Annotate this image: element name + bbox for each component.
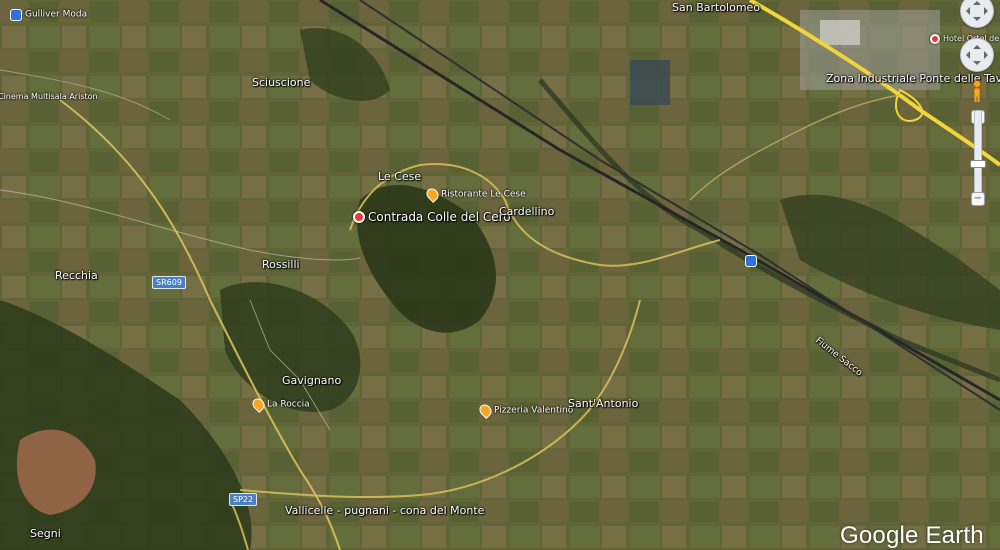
look-left-arrow-icon[interactable]: [962, 7, 970, 15]
poi-cinema-ariston[interactable]: Cinema Multisala Ariston: [0, 86, 98, 105]
restaurant-pin-icon: [477, 402, 494, 419]
restaurant-pin-icon: [250, 396, 267, 413]
poi-pizzeria-valentino[interactable]: Pizzeria Valentino: [477, 400, 573, 419]
train-station-icon: [745, 254, 757, 267]
shop-icon: [10, 8, 22, 21]
pin-contrada-colle-del-cero[interactable]: Contrada Colle del Cero: [353, 206, 511, 225]
look-up-arrow-icon[interactable]: [973, 0, 981, 5]
label-le-cese: Le Cese: [378, 170, 422, 183]
label-vallicelle: Vallicelle - pugnani - cona del Monte: [285, 504, 485, 517]
label-sciuscione: Sciuscione: [252, 76, 311, 89]
move-left-arrow-icon[interactable]: [962, 51, 970, 59]
label-gavignano: Gavignano: [282, 374, 342, 387]
look-down-arrow-icon[interactable]: [973, 17, 981, 25]
hotel-pin-icon: [930, 33, 940, 44]
road-shield-sr609: SR609: [152, 276, 186, 289]
label-rossilli: Rossilli: [262, 258, 300, 271]
label-san-bartolomeo: San Bartolomeo: [672, 1, 761, 14]
restaurant-pin-icon: [424, 186, 441, 203]
label-segni: Segni: [30, 527, 61, 540]
label-recchia: Recchia: [55, 269, 98, 282]
look-right-arrow-icon[interactable]: [984, 7, 992, 15]
label-cardellino: Cardellino: [499, 205, 555, 218]
road-shield-sp22: SP22: [229, 493, 258, 506]
zoom-slider-knob[interactable]: [970, 160, 986, 168]
zoom-out-button[interactable]: −: [971, 192, 985, 206]
label-sant-antonio: Sant'Antonio: [568, 397, 639, 410]
move-joystick[interactable]: [960, 38, 994, 72]
zoom-slider[interactable]: [974, 110, 982, 194]
move-right-arrow-icon[interactable]: [984, 51, 992, 59]
location-pin-icon: [353, 210, 365, 223]
move-up-arrow-icon[interactable]: [973, 41, 981, 49]
move-down-arrow-icon[interactable]: [973, 61, 981, 69]
poi-train-station[interactable]: [745, 250, 760, 269]
pegman-icon[interactable]: [972, 80, 982, 102]
poi-la-roccia[interactable]: La Roccia: [250, 394, 310, 413]
poi-ristorante-le-cese[interactable]: Ristorante Le Cese: [424, 184, 526, 203]
poi-gulliver-moda[interactable]: Gulliver Moda: [10, 4, 87, 23]
google-earth-logo: Google Earth: [840, 522, 984, 549]
ponds: [630, 60, 670, 105]
